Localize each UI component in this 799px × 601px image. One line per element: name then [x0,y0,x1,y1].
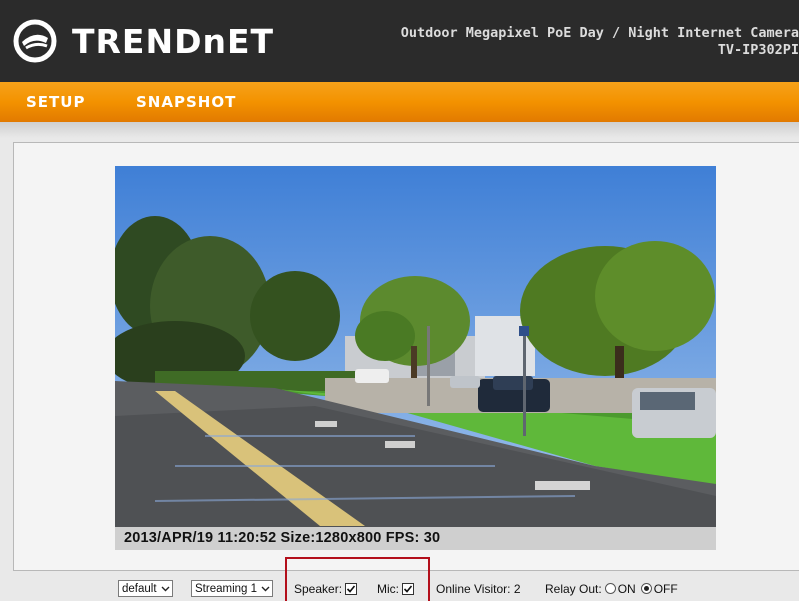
product-description: Outdoor Megapixel PoE Day / Night Intern… [400,25,799,41]
profile-select[interactable]: default [118,580,173,597]
stream-select-wrap: Streaming 1 [191,580,274,597]
stream-select[interactable]: Streaming 1 [191,580,274,597]
camera-image [115,166,716,550]
trendnet-logo-icon [13,19,57,63]
relay-on-radio[interactable] [604,583,616,594]
online-visitor: Online Visitor: 2 [436,580,521,597]
header-bar: TRENDnET Outdoor Megapixel PoE Day / Nig… [0,0,799,82]
nav-snapshot-link[interactable]: SNAPSHOT [136,93,236,111]
video-osd-bar: 2013/APR/19 11:20:52 Size:1280x800 FPS: … [115,527,716,550]
stream-select-value: Streaming 1 [195,582,258,595]
relay-off-radio[interactable] [640,583,652,594]
chevron-down-icon [261,586,270,592]
relay-off-label: OFF [653,581,678,596]
nav-setup-link[interactable]: SETUP [26,93,85,111]
video-osd-text: 2013/APR/19 11:20:52 Size:1280x800 FPS: … [124,530,441,546]
audio-controls-highlight [285,557,430,601]
chevron-down-icon [161,586,170,592]
product-title: Outdoor Megapixel PoE Day / Night Intern… [329,25,799,59]
relay-on-label: ON [617,581,636,596]
profile-select-wrap: default [118,580,173,597]
nav-shadow [0,122,799,138]
profile-select-value: default [122,582,157,595]
product-model: TV-IP302PI [717,42,799,58]
trendnet-logo[interactable]: TRENDnET [12,18,274,64]
relay-out-label: Relay Out: [545,581,602,596]
online-visitor-label: Online Visitor: 2 [436,581,521,596]
relay-out-control: Relay Out: ON OFF [545,580,678,597]
brand-name: TRENDnET [72,21,275,61]
main-nav: SETUP SNAPSHOT [0,82,799,122]
live-video-feed[interactable] [115,166,716,550]
